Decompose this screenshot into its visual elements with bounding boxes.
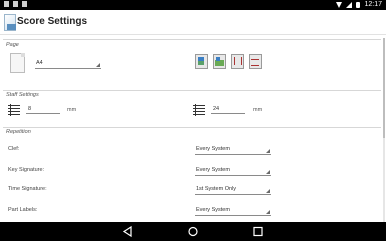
nav-icons [122, 225, 263, 238]
battery-icon [356, 2, 361, 8]
layout-portrait-button[interactable] [195, 54, 208, 69]
status-bar: 12:17 [0, 0, 386, 10]
wifi-icon [336, 2, 343, 8]
paper-size-dropdown[interactable]: A4 [35, 58, 101, 69]
dropdown-arrow-icon [266, 149, 270, 153]
app-bar: Score Settings [0, 10, 386, 35]
margin-vertical-button[interactable] [249, 54, 262, 69]
dropdown-arrow-icon [96, 63, 100, 67]
staff-height-icon [8, 104, 20, 116]
repetition-row-label: Key Signature: [8, 167, 45, 173]
repetition-row-label: Clef: [8, 146, 20, 152]
home-icon[interactable] [188, 226, 198, 237]
staff-spacing-input[interactable]: 24 [211, 104, 245, 114]
margin-horizontal-button[interactable] [231, 54, 244, 69]
notification-icon [22, 1, 27, 7]
page-title: Score Settings [17, 16, 88, 27]
recents-icon[interactable] [253, 226, 263, 237]
section-divider [3, 90, 381, 91]
scrollbar[interactable] [383, 38, 385, 222]
repetition-row-label: Time Signature: [8, 186, 47, 192]
section-divider [3, 127, 381, 128]
download-icon [13, 1, 18, 7]
staff-height-input[interactable]: 8 [26, 104, 60, 114]
scrollbar-thumb[interactable] [383, 38, 385, 138]
clef-repetition-dropdown[interactable]: Every System [195, 144, 271, 155]
staff-spacing-icon [193, 104, 205, 116]
paper-icon [10, 53, 25, 73]
staff-spacing-unit: mm [253, 107, 263, 113]
notification-icon [4, 1, 9, 7]
section-divider [3, 39, 381, 40]
dropdown-arrow-icon [266, 170, 270, 174]
navigation-bar [0, 222, 386, 241]
section-label-staff: Staff Settings [6, 92, 39, 98]
dropdown-arrow-icon [266, 210, 270, 214]
clock: 12:17 [364, 1, 382, 8]
staff-height-unit: mm [67, 107, 77, 113]
section-label-page: Page [6, 42, 19, 48]
status-icons: 12:17 [336, 0, 382, 10]
paper-size-value: A4 [36, 60, 43, 66]
time-signature-repetition-dropdown[interactable]: 1st System Only [195, 184, 271, 195]
dropdown-arrow-icon [266, 189, 270, 193]
signal-icon [346, 2, 353, 8]
settings-content: Page A4 Staff Settings 8 mm 24 mm Repeti… [0, 38, 382, 222]
key-signature-repetition-dropdown[interactable]: Every System [195, 165, 271, 176]
part-labels-repetition-dropdown[interactable]: Every System [195, 205, 271, 216]
back-icon[interactable] [122, 225, 132, 238]
notification-icons [4, 1, 27, 7]
app-logo-icon[interactable] [4, 14, 16, 31]
section-label-repetition: Repetition [6, 129, 31, 135]
layout-landscape-button[interactable] [213, 54, 226, 69]
repetition-row-label: Part Labels: [8, 207, 38, 213]
